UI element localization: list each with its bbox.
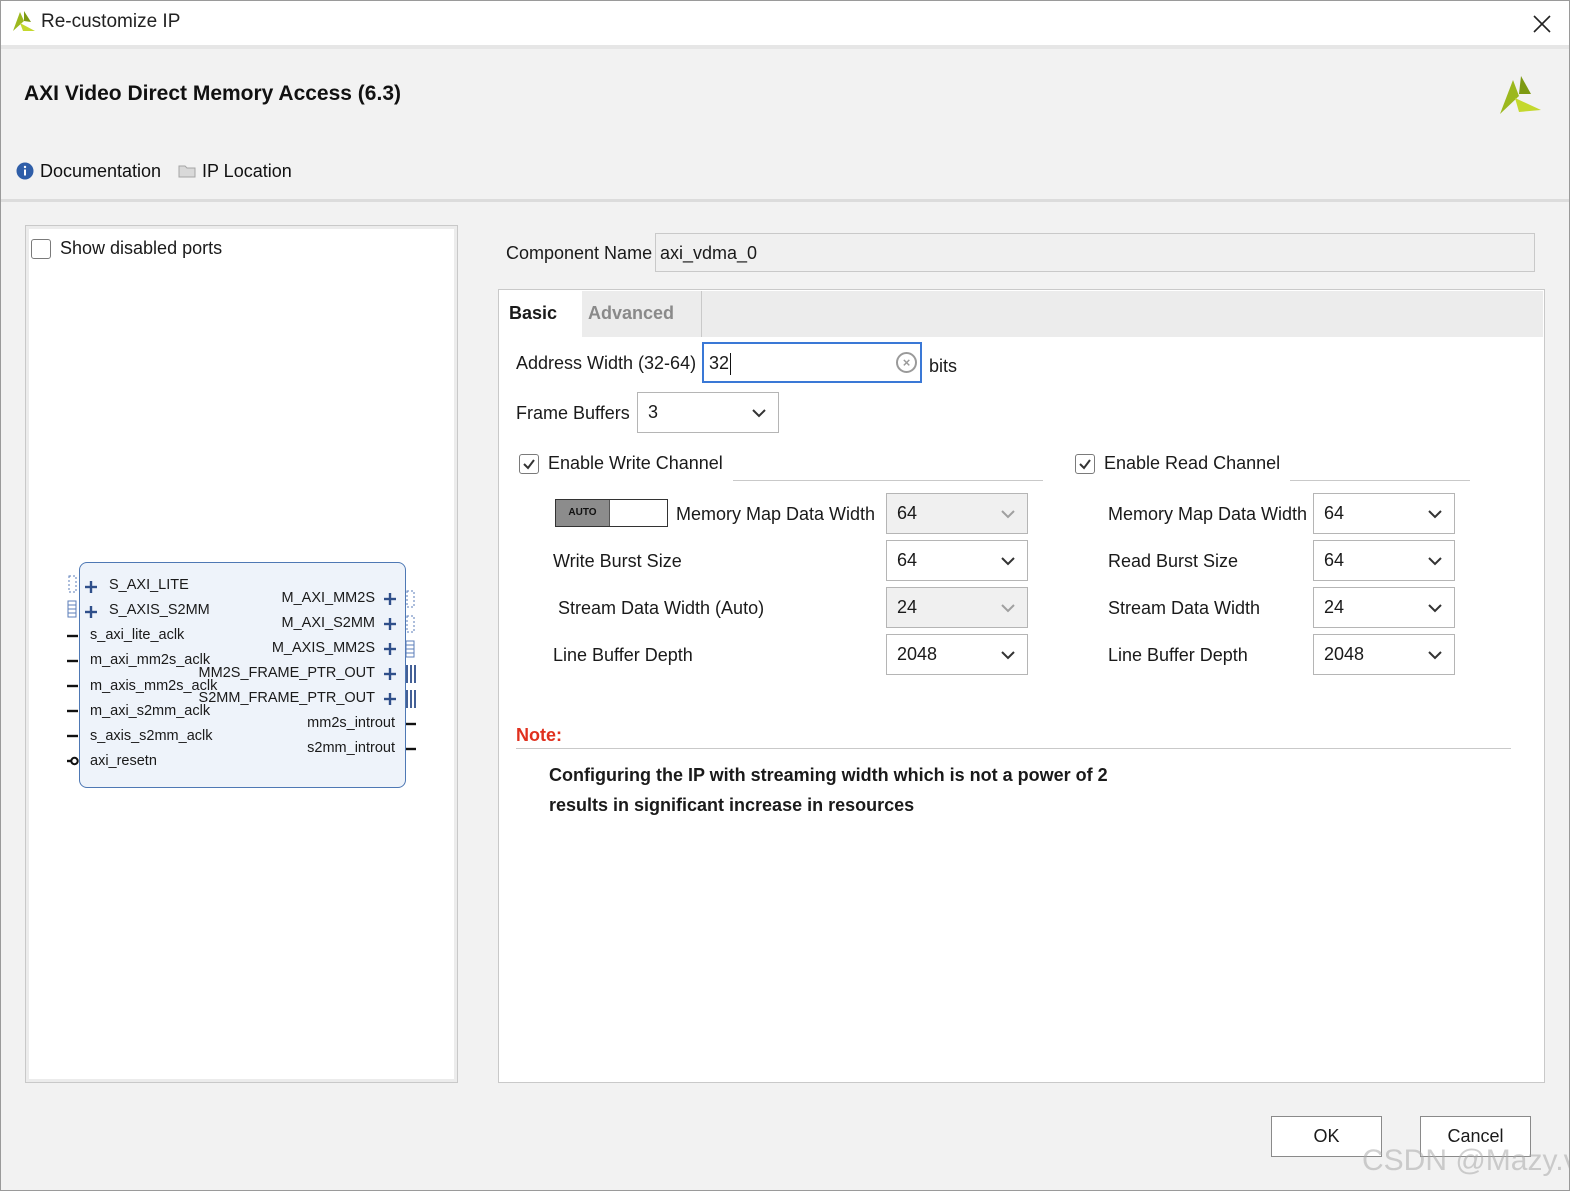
vivado-logo-icon	[13, 11, 35, 31]
port-label: S_AXI_LITE	[109, 577, 189, 593]
title-bar	[1, 1, 1569, 45]
read-stream-width-label: Stream Data Width	[1108, 598, 1261, 618]
address-width-value: 32	[709, 353, 730, 373]
folder-icon	[178, 165, 196, 178]
documentation-label: Documentation	[40, 160, 162, 181]
tab-advanced[interactable]: Advanced	[582, 291, 702, 337]
read-mm-data-width-value: 64	[1324, 503, 1345, 523]
write-mm-data-width-select: 64	[886, 493, 1028, 534]
write-burst-size-select[interactable]: 64	[886, 540, 1028, 581]
enable-read-channel-label: Enable Read Channel	[1104, 453, 1281, 473]
enable-read-channel-checkbox[interactable]: Enable Read Channel	[1075, 453, 1280, 474]
component-name-label: Component Name	[506, 243, 653, 263]
info-icon	[16, 162, 34, 180]
write-line-buffer-select[interactable]: 2048	[886, 634, 1028, 675]
write-section-divider	[733, 480, 1043, 481]
note-label: Note:	[516, 725, 562, 745]
port-label: MM2S_FRAME_PTR_OUT	[198, 665, 375, 681]
enable-write-channel-label: Enable Write Channel	[548, 453, 723, 473]
port-label: S_AXIS_S2MM	[109, 602, 210, 618]
chevron-down-icon	[1001, 556, 1015, 565]
chevron-down-icon	[1428, 556, 1442, 565]
frame-buffers-value: 3	[648, 402, 659, 422]
write-stream-width-select: 24	[886, 587, 1028, 628]
note-line-2: results in significant increase in resou…	[549, 795, 915, 815]
port-label: mm2s_introut	[307, 715, 395, 731]
chevron-down-icon	[1001, 603, 1015, 612]
port-label: s_axis_s2mm_aclk	[90, 728, 213, 744]
frame-buffers-select[interactable]: 3	[637, 392, 779, 433]
checkbox-box[interactable]	[1075, 453, 1095, 474]
read-line-buffer-label: Line Buffer Depth	[1108, 645, 1248, 665]
checkmark-icon	[523, 458, 535, 470]
port-label: M_AXI_MM2S	[281, 590, 375, 606]
write-burst-size-value: 64	[897, 550, 918, 570]
close-icon[interactable]	[1528, 10, 1556, 38]
chevron-down-icon	[1001, 650, 1015, 659]
checkbox-box[interactable]	[519, 453, 539, 474]
documentation-link[interactable]: Documentation	[16, 160, 161, 182]
write-mm-data-width-value: 64	[897, 503, 918, 523]
write-stream-width-value: 24	[897, 597, 918, 617]
address-width-label: Address Width (32-64)	[516, 353, 697, 373]
ip-title: AXI Video Direct Memory Access (6.3)	[24, 82, 401, 105]
write-mm-data-width-label: Memory Map Data Width	[676, 504, 876, 524]
port-label: s2mm_introut	[307, 740, 395, 756]
read-section-divider	[1290, 480, 1470, 481]
frame-buffers-label: Frame Buffers	[516, 403, 630, 423]
tab-basic[interactable]: Basic	[500, 291, 582, 337]
read-mm-data-width-label: Memory Map Data Width	[1108, 504, 1308, 524]
watermark: CSDN @Mazy.v	[1362, 1144, 1570, 1177]
read-stream-width-value: 24	[1324, 597, 1345, 617]
show-disabled-ports-label: Show disabled ports	[60, 238, 223, 258]
port-label: m_axi_mm2s_aclk	[90, 652, 211, 668]
write-line-buffer-value: 2048	[897, 644, 938, 664]
ip-location-link[interactable]: IP Location	[178, 160, 292, 182]
xilinx-logo-icon	[1500, 76, 1541, 114]
checkbox-box[interactable]	[31, 238, 51, 259]
chevron-down-icon	[752, 408, 766, 417]
note-text: Configuring the IP with streaming width …	[549, 760, 1249, 820]
read-stream-width-select[interactable]: 24	[1313, 587, 1455, 628]
port-label: s_axi_lite_aclk	[90, 627, 185, 643]
auto-toggle-knob: AUTO	[556, 500, 610, 526]
enable-write-channel-checkbox[interactable]: Enable Write Channel	[519, 453, 723, 474]
checkmark-icon	[1079, 458, 1091, 470]
port-label: axi_resetn	[90, 753, 157, 769]
port-label: M_AXIS_MM2S	[271, 640, 375, 656]
write-stream-width-label: Stream Data Width (Auto)	[558, 598, 765, 618]
read-burst-size-value: 64	[1324, 550, 1345, 570]
port-label: S2MM_FRAME_PTR_OUT	[198, 690, 375, 706]
window-title: Re-customize IP	[41, 11, 181, 32]
chevron-down-icon	[1428, 650, 1442, 659]
ip-location-label: IP Location	[202, 160, 292, 181]
write-burst-size-label: Write Burst Size	[553, 551, 682, 571]
clear-icon[interactable]: ×	[896, 352, 917, 373]
port-label: m_axi_s2mm_aclk	[90, 703, 211, 719]
right-port-markers	[384, 590, 416, 751]
address-width-input[interactable]: 32	[702, 342, 922, 383]
read-line-buffer-value: 2048	[1324, 644, 1365, 664]
address-width-unit: bits	[929, 356, 958, 376]
read-burst-size-select[interactable]: 64	[1313, 540, 1455, 581]
read-burst-size-label: Read Burst Size	[1108, 551, 1239, 571]
read-mm-data-width-select[interactable]: 64	[1313, 493, 1455, 534]
read-line-buffer-select[interactable]: 2048	[1313, 634, 1455, 675]
chevron-down-icon	[1428, 603, 1442, 612]
chevron-down-icon	[1001, 509, 1015, 518]
port-label: M_AXI_S2MM	[281, 615, 375, 631]
show-disabled-ports-checkbox[interactable]: Show disabled ports	[31, 238, 222, 259]
note-line-1: Configuring the IP with streaming width …	[549, 765, 1108, 785]
chevron-down-icon	[1428, 509, 1442, 518]
left-port-markers	[67, 575, 97, 766]
write-line-buffer-label: Line Buffer Depth	[553, 645, 693, 665]
component-name-input[interactable]: axi_vdma_0	[655, 233, 1535, 272]
note-divider	[516, 748, 1511, 749]
